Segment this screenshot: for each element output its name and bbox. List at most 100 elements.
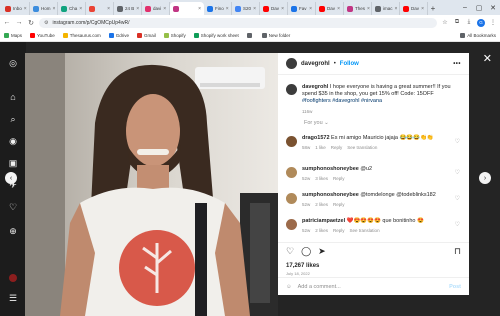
post-comment-button[interactable]: Post [449,284,461,290]
tab-close-icon[interactable]: × [281,6,284,12]
for-you-filter[interactable]: For you ⌄ [278,114,469,126]
create-icon[interactable]: ⊕ [8,226,18,236]
commenter-username[interactable]: drago1572 [302,135,330,141]
back-icon[interactable]: ← [3,19,11,27]
bookmark-item[interactable]: Maps [4,33,22,38]
browser-tab[interactable]: 24 B × [114,2,142,15]
browser-tab[interactable]: Hom × [30,2,58,15]
reels-icon[interactable]: ▣ [8,158,18,168]
commenter-avatar[interactable] [286,136,297,147]
tab-close-icon[interactable]: × [337,6,340,12]
browser-tab[interactable]: Dav × [400,2,428,15]
maximize-icon[interactable]: ▢ [472,0,486,15]
reply-button[interactable]: Reply [331,144,343,151]
reply-button[interactable]: Reply [333,201,345,208]
share-icon[interactable]: ➤ [318,246,326,257]
browser-tab[interactable]: Fino × [204,2,232,15]
comment-likes[interactable]: 2 likes [315,201,328,208]
browser-tab[interactable]: Fav × [288,2,316,15]
browser-tab[interactable]: S20 × [232,2,260,15]
profile-icon[interactable]: G [477,18,485,27]
close-window-icon[interactable]: ✕ [486,0,500,15]
tab-close-icon[interactable]: × [395,6,398,12]
extensions-icon[interactable]: ⧉ [453,19,461,27]
browser-tab[interactable]: × [86,2,114,15]
more-options-icon[interactable]: ••• [453,61,461,67]
post-photo[interactable] [25,53,278,316]
bookmark-item[interactable]: Thesaurus.com [62,33,101,38]
profile-avatar[interactable] [9,274,17,282]
commenter-avatar[interactable] [286,193,297,204]
comment-like-icon[interactable]: ♡ [455,221,460,228]
save-icon[interactable]: ⊓ [454,246,461,257]
commenter-avatar[interactable] [286,219,297,230]
tab-close-icon[interactable]: × [53,6,56,12]
download-icon[interactable]: ⤓ [465,19,473,27]
browser-tab[interactable]: davi × [142,2,170,15]
comment-likes[interactable]: 1 like [315,144,326,151]
tab-close-icon[interactable]: × [226,6,229,12]
comment-like-icon[interactable]: ♡ [455,195,460,202]
bookmark-item[interactable]: Shopify work sheet [193,33,239,38]
commenter-username[interactable]: patriciampaetzel [302,218,345,224]
tab-close-icon[interactable]: × [107,6,110,12]
browser-tab[interactable]: Dav × [316,2,344,15]
reply-button[interactable]: Reply [333,227,345,234]
like-icon[interactable]: ♡ [286,246,294,257]
browser-tab[interactable]: × [170,2,204,15]
tab-close-icon[interactable]: × [79,6,82,12]
reply-button[interactable]: Reply [333,175,345,182]
emoji-icon[interactable]: ☺ [286,284,292,290]
bookmark-item[interactable]: Gdrive [108,33,129,38]
site-info-icon[interactable]: ⚙ [44,20,48,26]
close-modal-icon[interactable]: ✕ [483,52,492,65]
previous-post-icon[interactable]: ‹ [5,172,17,184]
tab-close-icon[interactable]: × [421,6,424,12]
address-bar[interactable]: ⚙ instagram.com/p/CgOMCpUp4wR/ [39,17,437,28]
tab-close-icon[interactable]: × [367,6,370,12]
home-icon[interactable]: ⌂ [8,92,18,102]
comment-like-icon[interactable]: ♡ [455,138,460,145]
tab-close-icon[interactable]: × [24,6,27,12]
all-bookmarks[interactable]: All Bookmarks [460,33,496,38]
comment-icon[interactable]: ◯ [301,246,311,257]
explore-icon[interactable]: ◉ [8,136,18,146]
comment-like-icon[interactable]: ♡ [455,169,460,176]
reload-icon[interactable]: ↻ [27,19,35,27]
star-icon[interactable]: ☆ [441,19,449,27]
minimize-icon[interactable]: – [458,0,472,15]
tab-close-icon[interactable]: × [198,6,201,12]
browser-tab[interactable]: Thes × [344,2,372,15]
browser-tab[interactable]: imac × [372,2,400,15]
more-menu-icon[interactable]: ☰ [8,293,18,303]
like-count[interactable]: 17,267 likes [286,263,319,269]
bookmark-item[interactable] [246,33,254,38]
instagram-logo-icon[interactable]: ◎ [8,58,18,68]
comment-likes[interactable]: 2 likes [315,227,328,234]
tab-close-icon[interactable]: × [253,6,256,12]
notifications-icon[interactable]: ♡ [8,202,18,212]
commenter-avatar[interactable] [286,167,297,178]
forward-icon[interactable]: → [15,19,23,27]
commenter-username[interactable]: sumphonoshoneybee [302,192,359,198]
tab-close-icon[interactable]: × [163,6,166,12]
comment-input[interactable]: Add a comment... [298,284,341,290]
caption-username[interactable]: davegrohl [302,84,328,90]
bookmark-item[interactable]: Gmail [136,33,156,38]
browser-tab[interactable]: Dav × [260,2,288,15]
bookmark-item[interactable]: New folder [261,33,290,38]
caption-avatar[interactable] [286,84,297,95]
browser-tab[interactable]: Inbo × [2,2,30,15]
author-avatar[interactable] [286,58,297,69]
follow-button[interactable]: Follow [340,61,359,67]
browser-tab[interactable]: Cha × [58,2,86,15]
commenter-username[interactable]: sumphonoshoneybee [302,166,359,172]
see-translation-link[interactable]: See translation [350,227,380,234]
comment-likes[interactable]: 3 likes [315,175,328,182]
bookmark-item[interactable]: Shopify [163,33,186,38]
caption-hashtags[interactable]: #foofighters #davegrohl #nirvana [302,98,382,104]
see-translation-link[interactable]: See translation [347,144,377,151]
tab-close-icon[interactable]: × [309,6,312,12]
tab-close-icon[interactable]: × [136,6,139,12]
next-post-icon[interactable]: › [479,172,491,184]
